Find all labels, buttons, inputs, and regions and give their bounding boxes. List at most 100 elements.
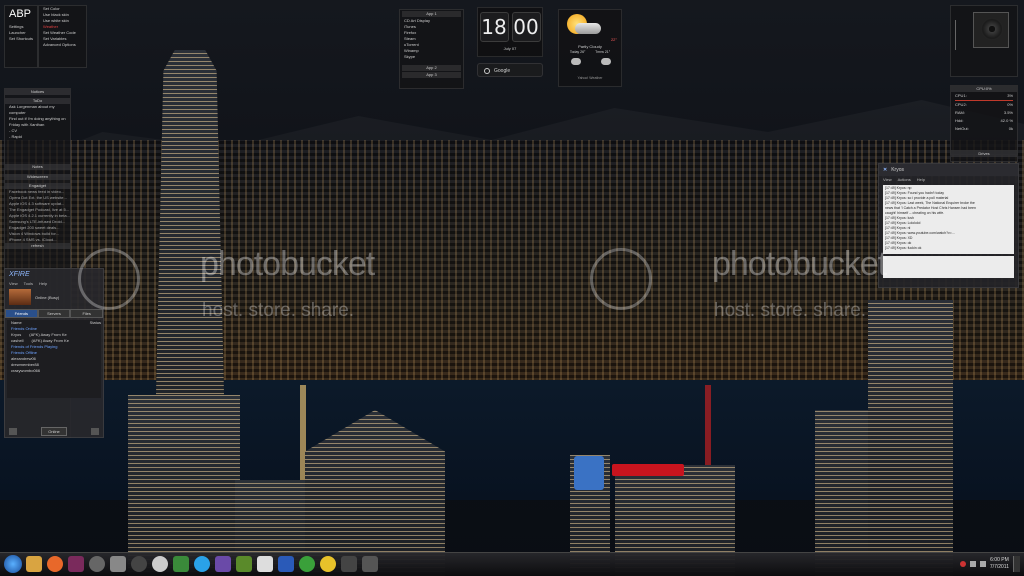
clock-time: 18 00 — [478, 12, 542, 42]
system-monitor: CPU:0% CPU1: 3% CPU2: 0% RAM: 3.5% Hdd: 42.0… — [950, 85, 1018, 155]
weather-condition: Partly Cloudy — [578, 44, 602, 49]
app-tab-1[interactable]: App 1 — [402, 11, 461, 17]
watermark-tagline: host. store. share. — [202, 300, 355, 321]
app-icon[interactable] — [341, 556, 357, 572]
at-icon[interactable] — [152, 556, 168, 572]
app-icon[interactable] — [131, 556, 147, 572]
sys-row: Hdd: 42.0 % — [955, 118, 1013, 123]
firefox-icon[interactable] — [47, 556, 63, 572]
sys-row: CPU1: 3% — [955, 93, 1013, 98]
widescreen-header: Widescreen — [5, 174, 70, 180]
abp-title: ABP — [9, 8, 32, 20]
minecraft-icon[interactable] — [236, 556, 252, 572]
google-search-widget[interactable]: Google — [477, 63, 543, 77]
refresh-button[interactable]: refresh — [5, 243, 70, 249]
xfire-tabs: Friends Servers Files — [5, 309, 104, 318]
xfire-menu-view[interactable]: View — [9, 281, 18, 286]
xfire-status[interactable]: Online (Busy) — [35, 295, 59, 300]
watermark-text: photobucket — [712, 245, 887, 283]
app-icon[interactable] — [215, 556, 231, 572]
tab-friends[interactable]: Friends — [5, 309, 38, 318]
chat-title: Kryos — [891, 167, 904, 173]
avatar — [9, 289, 31, 305]
settings-icon[interactable] — [9, 427, 17, 435]
weather-source[interactable]: Yahoo! Weather — [559, 76, 621, 80]
chat-titlebar[interactable]: ✕ Kryos — [879, 164, 1018, 176]
search-icon — [484, 68, 490, 74]
tab-files[interactable]: Files — [70, 309, 104, 318]
add-friend-icon[interactable] — [91, 427, 99, 435]
taskbar-date: 7/7/2011 — [989, 564, 1009, 570]
steam-icon[interactable] — [89, 556, 105, 572]
taskbar: 6:00 PM 7/7/2011 — [0, 552, 1024, 576]
drives-label: Drives — [951, 151, 1017, 157]
wallpaper-tower — [868, 300, 953, 576]
clock-date: July 07 — [503, 46, 517, 51]
chat-input[interactable] — [883, 256, 1014, 278]
notices-header: Notices — [5, 89, 70, 95]
column-status[interactable]: Status — [90, 320, 101, 326]
flip-clock: 18 00 July 07 — [477, 7, 543, 57]
photobucket-logo-icon — [78, 248, 140, 310]
utorrent-icon[interactable] — [299, 556, 315, 572]
forecast-temps: Today 26° Tmrw 21° — [565, 50, 615, 54]
app-icon[interactable] — [110, 556, 126, 572]
chat-menu: View Actions Help — [879, 176, 1018, 183]
sys-row: NetOut: 0k — [955, 126, 1013, 131]
clock-hours: 18 — [479, 12, 509, 42]
list-item[interactable]: crazywombo066 — [7, 368, 101, 374]
weather-widget: 22° Partly Cloudy Today 26° Tmrw 21° Yah… — [558, 9, 622, 87]
online-button[interactable]: Online — [41, 426, 67, 436]
chat-menu-view[interactable]: View — [883, 177, 892, 182]
rain-cloud-icon — [601, 58, 611, 65]
taskbar-time: 6:00 PM — [990, 557, 1009, 563]
app-tab-3[interactable]: App 3 — [402, 72, 461, 78]
chat-line: [17:49] Kryos: fuckin ok — [885, 246, 922, 250]
cloud-icon — [575, 23, 601, 34]
skype-icon[interactable] — [194, 556, 210, 572]
friends-list: Name Status Friends Online Kryos (AFK) A… — [7, 320, 101, 398]
explorer-icon[interactable] — [26, 556, 42, 572]
clock-minutes: 00 — [511, 12, 541, 42]
chat-log[interactable]: [17:49] Kryos: np [17:49] Kryos: Found y… — [883, 185, 1014, 254]
chat-menu-help[interactable]: Help — [917, 177, 925, 182]
photobucket-logo-icon — [590, 248, 652, 310]
abp-option[interactable]: Advanced Options — [39, 42, 86, 48]
disc-icon — [981, 18, 1003, 40]
start-button[interactable] — [4, 555, 22, 573]
chat-menu-actions[interactable]: Actions — [898, 177, 911, 182]
app-icon[interactable] — [173, 556, 189, 572]
volume-slider[interactable] — [955, 20, 962, 50]
taskbar-clock[interactable]: 6:00 PM 7/7/2011 — [990, 557, 1009, 571]
wallpaper-neon-sign — [574, 456, 604, 490]
current-temp: 22° — [610, 37, 617, 42]
media-icon[interactable] — [320, 556, 336, 572]
show-desktop-button[interactable] — [1013, 556, 1020, 572]
app-icon[interactable] — [68, 556, 84, 572]
wallpaper-neon-sign — [612, 464, 684, 476]
network-icon[interactable] — [969, 561, 976, 567]
sys-row: CPU2: 0% — [955, 102, 1013, 107]
tab-servers[interactable]: Servers — [37, 309, 71, 318]
abp-shortcuts-link[interactable]: Set Shortcuts — [5, 36, 37, 42]
drives-widget[interactable]: Drives — [950, 150, 1018, 162]
wallpaper-tower — [128, 395, 240, 576]
steam-tray-icon[interactable] — [362, 556, 378, 572]
desktop-wallpaper — [0, 0, 1024, 576]
xfire-footer: Online — [9, 426, 99, 436]
app-icon[interactable] — [278, 556, 294, 572]
search-input[interactable]: Google — [494, 68, 510, 74]
xfire-taskbar-icon[interactable] — [257, 556, 273, 572]
abp-launcher-panel: ABP Settings Launcher Set Shortcuts — [4, 5, 38, 68]
xfire-icon: ✕ — [883, 167, 888, 173]
watermark-tagline: host. store. share. — [714, 300, 867, 321]
app-item[interactable]: Skype — [400, 54, 463, 60]
forecast-tomorrow: Tmrw 21° — [595, 50, 611, 54]
xfire-menu-tools[interactable]: Tools — [24, 281, 33, 286]
chat-window: ✕ Kryos View Actions Help [17:49] Kryos:… — [878, 163, 1019, 288]
abp-options-panel: Set Color Use black skin Use white skin … — [38, 5, 87, 68]
app-tab-2[interactable]: App 2 — [402, 65, 461, 71]
volume-icon[interactable] — [979, 561, 986, 567]
xfire-menu-help[interactable]: Help — [39, 281, 47, 286]
tray-icon[interactable] — [959, 561, 966, 567]
